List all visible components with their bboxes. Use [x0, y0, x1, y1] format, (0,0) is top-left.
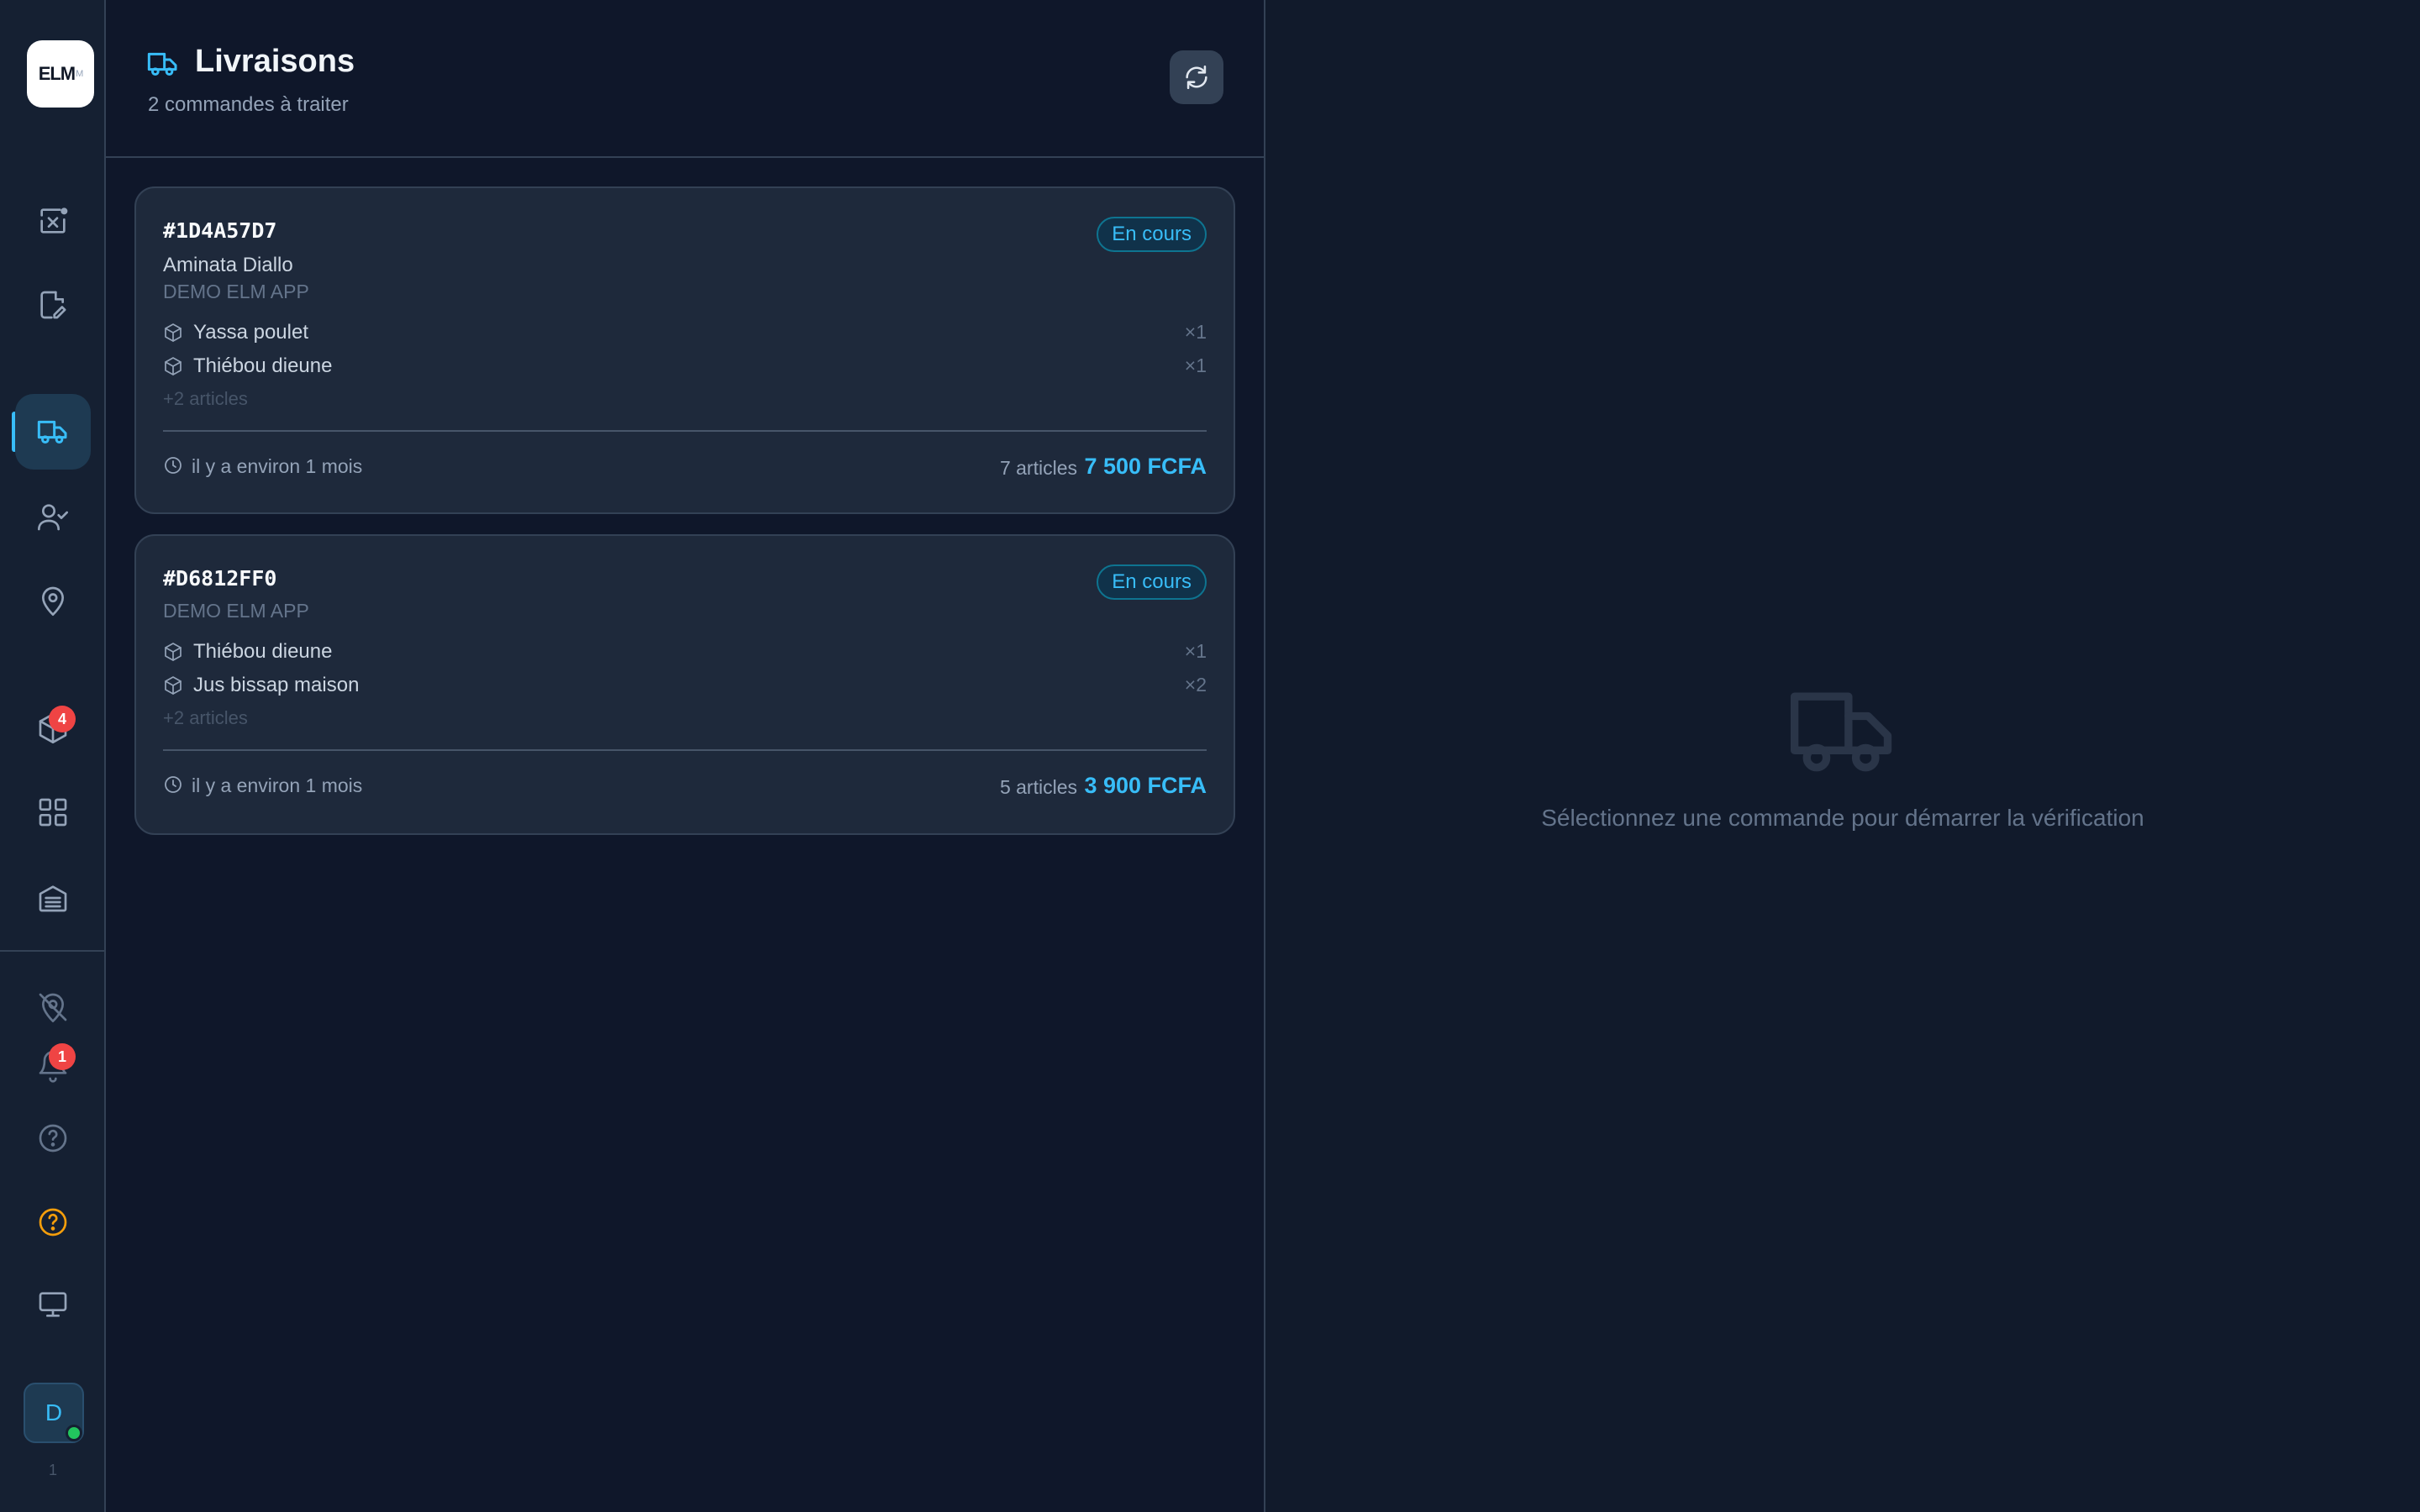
- logo-small-text: M: [76, 69, 83, 79]
- logo-text: ELM: [38, 63, 76, 84]
- package-icon: [165, 643, 182, 661]
- products-badge: 4: [49, 706, 76, 732]
- version-label: 1: [48, 1462, 57, 1478]
- order-item-row: Jus bissap maison ×2: [163, 672, 1207, 699]
- orders-count-subtitle: 2 commandes à traiter: [148, 93, 349, 116]
- sidebar-item-support[interactable]: [15, 1184, 91, 1260]
- status-badge: En cours: [1097, 217, 1207, 252]
- page-title: Livraisons: [195, 44, 355, 79]
- order-card[interactable]: #D6812FF0 En cours DEMO ELM APP Thiébou …: [134, 534, 1235, 835]
- scan-icon: [40, 207, 68, 234]
- order-item-row: Thiébou dieune ×1: [163, 638, 1207, 665]
- sidebar-item-deliveries[interactable]: [15, 394, 91, 470]
- grid-icon: [39, 798, 67, 827]
- truck-icon: [147, 52, 177, 76]
- item-quantity: ×2: [1184, 674, 1207, 696]
- map-pin-off-icon: [39, 993, 67, 1022]
- clock-icon: [165, 457, 182, 474]
- edit-document-icon: [40, 291, 66, 319]
- sidebar: ELM M 4 1 D 1: [0, 0, 106, 1512]
- truck-icon: [1791, 692, 1892, 772]
- article-count: 5 articles: [999, 776, 1077, 798]
- package-icon: [165, 323, 182, 342]
- article-count: 7 articles: [999, 457, 1077, 479]
- item-name: Thiébou dieune: [193, 640, 333, 663]
- orders-header: Livraisons 2 commandes à traiter: [106, 0, 1264, 158]
- item-quantity: ×1: [1184, 321, 1207, 343]
- sidebar-item-scan[interactable]: [15, 183, 91, 259]
- detail-panel: Sélectionnez une commande pour démarrer …: [1265, 0, 2420, 1512]
- order-id: #1D4A57D7: [163, 218, 277, 243]
- order-total: 7 500 FCFA: [1084, 454, 1207, 479]
- item-name: Thiébou dieune: [193, 354, 333, 377]
- help-circle-orange-icon: [39, 1208, 67, 1236]
- item-name: Yassa poulet: [193, 321, 308, 344]
- sidebar-divider: [0, 950, 104, 952]
- refresh-icon: [1186, 65, 1207, 90]
- user-check-icon: [38, 504, 68, 531]
- truck-icon: [37, 420, 67, 444]
- order-id: #D6812FF0: [163, 566, 277, 591]
- sidebar-item-dashboard[interactable]: [15, 774, 91, 850]
- customer-name: Aminata Diallo: [163, 254, 293, 276]
- sidebar-item-locations[interactable]: [15, 563, 91, 638]
- sidebar-item-edit[interactable]: [15, 267, 91, 343]
- sidebar-item-warehouse[interactable]: [15, 860, 91, 936]
- card-divider: [163, 430, 1207, 432]
- app-root: ELM M 4 1 D 1 Livraisons 2 commandes à t…: [0, 0, 2420, 1512]
- app-logo[interactable]: ELM M: [27, 40, 94, 108]
- clock-icon: [165, 776, 182, 793]
- order-item-row: Yassa poulet ×1: [163, 319, 1207, 346]
- item-quantity: ×1: [1184, 640, 1207, 662]
- archive-icon: [39, 885, 67, 912]
- sidebar-item-help[interactable]: [15, 1100, 91, 1176]
- more-articles-label: +2 articles: [163, 388, 248, 409]
- monitor-icon: [39, 1292, 67, 1317]
- notifications-badge: 1: [49, 1043, 76, 1070]
- sidebar-item-users[interactable]: [15, 479, 91, 554]
- item-quantity: ×1: [1184, 354, 1207, 376]
- order-time: il y a environ 1 mois: [192, 455, 363, 477]
- map-pin-icon: [42, 586, 64, 616]
- refresh-button[interactable]: [1170, 50, 1223, 104]
- empty-state-message: Sélectionnez une commande pour démarrer …: [1541, 805, 2144, 831]
- sidebar-item-display[interactable]: [15, 1267, 91, 1342]
- more-articles-label: +2 articles: [163, 707, 248, 728]
- status-badge: En cours: [1097, 564, 1207, 600]
- order-card[interactable]: #1D4A57D7 En cours Aminata Diallo DEMO E…: [134, 186, 1235, 514]
- order-time: il y a environ 1 mois: [192, 774, 363, 796]
- order-total: 3 900 FCFA: [1084, 773, 1207, 798]
- online-status-dot: [66, 1425, 82, 1441]
- package-icon: [165, 676, 182, 695]
- item-name: Jus bissap maison: [193, 674, 360, 696]
- package-icon: [165, 357, 182, 375]
- store-name: DEMO ELM APP: [163, 281, 309, 302]
- order-item-row: Thiébou dieune ×1: [163, 353, 1207, 380]
- help-circle-icon: [39, 1124, 67, 1152]
- card-divider: [163, 749, 1207, 751]
- orders-panel: Livraisons 2 commandes à traiter #1D4A57…: [106, 0, 1265, 1512]
- store-name: DEMO ELM APP: [163, 600, 309, 622]
